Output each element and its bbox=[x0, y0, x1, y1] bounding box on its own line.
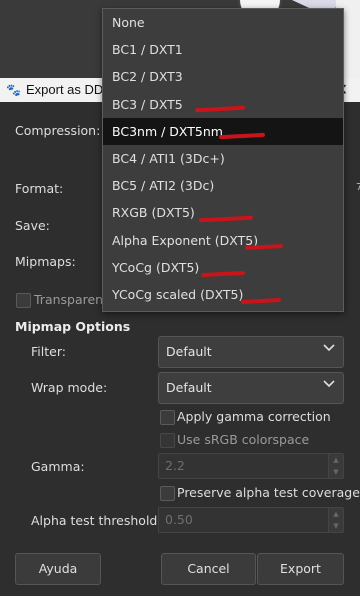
chevron-down-icon bbox=[323, 342, 335, 354]
alpha-threshold-label: Alpha test threshold: bbox=[31, 513, 162, 528]
apply-gamma-label: Apply gamma correction bbox=[177, 409, 331, 424]
menu-item-ycocg[interactable]: YCoCg (DXT5) bbox=[103, 254, 343, 281]
red-underline-mark bbox=[240, 297, 282, 304]
cancel-button[interactable]: Cancel bbox=[161, 553, 256, 585]
menu-item-ycocg-scaled[interactable]: YCoCg scaled (DXT5) bbox=[103, 281, 343, 308]
filter-dropdown[interactable]: Default bbox=[158, 336, 344, 368]
filter-value: Default bbox=[166, 344, 212, 359]
background-text: 7 bbox=[356, 182, 360, 193]
spin-arrows[interactable]: ▲ ▼ bbox=[328, 508, 343, 532]
alpha-threshold-spinbox[interactable]: 0.50 ▲ ▼ bbox=[158, 507, 344, 533]
help-button[interactable]: Ayuda bbox=[15, 553, 101, 585]
menu-item-bc2[interactable]: BC2 / DXT3 bbox=[103, 63, 343, 90]
preserve-alpha-label: Preserve alpha test coverage bbox=[177, 485, 360, 500]
red-underline-mark bbox=[218, 132, 266, 139]
menu-item-bc1[interactable]: BC1 / DXT1 bbox=[103, 36, 343, 63]
menu-item-bc3nm[interactable]: BC3nm / DXT5nm bbox=[103, 117, 343, 145]
red-underline-mark bbox=[194, 105, 246, 112]
menu-item-rxgb[interactable]: RXGB (DXT5) bbox=[103, 199, 343, 226]
mipmaps-label: Mipmaps: bbox=[15, 254, 76, 269]
save-label: Save: bbox=[15, 218, 50, 233]
menu-item-bc5[interactable]: BC5 / ATI2 (3Dc) bbox=[103, 172, 343, 199]
menu-item-none[interactable]: None bbox=[103, 9, 343, 36]
menu-item-bc4[interactable]: BC4 / ATI1 (3Dc+) bbox=[103, 145, 343, 172]
mipmap-options-heading: Mipmap Options bbox=[15, 319, 131, 334]
wrap-mode-dropdown[interactable]: Default bbox=[158, 372, 344, 404]
red-underline-mark bbox=[198, 215, 254, 223]
compression-dropdown-menu[interactable]: None BC1 / DXT1 BC2 / DXT3 BC3 / DXT5 BC… bbox=[102, 8, 344, 312]
dialog-title: Export as DDS bbox=[26, 82, 112, 97]
filter-label: Filter: bbox=[31, 344, 66, 359]
wrap-mode-value: Default bbox=[166, 380, 212, 395]
gamma-value: 2.2 bbox=[165, 458, 185, 473]
transparent-label: Transparent bbox=[34, 292, 109, 307]
spin-arrows[interactable]: ▲ ▼ bbox=[328, 454, 343, 478]
transparent-checkbox[interactable] bbox=[16, 293, 31, 308]
export-button[interactable]: Export bbox=[257, 553, 344, 585]
preserve-alpha-checkbox[interactable] bbox=[160, 486, 175, 501]
gimp-logo-icon: 🐾 bbox=[6, 83, 21, 97]
gamma-label: Gamma: bbox=[31, 459, 85, 474]
format-label: Format: bbox=[15, 181, 64, 196]
use-srgb-checkbox[interactable] bbox=[160, 433, 175, 448]
menu-item-alpha-exponent[interactable]: Alpha Exponent (DXT5) bbox=[103, 227, 343, 254]
wrap-mode-label: Wrap mode: bbox=[31, 380, 108, 395]
red-underline-mark bbox=[200, 270, 246, 277]
gamma-spinbox[interactable]: 2.2 ▲ ▼ bbox=[158, 453, 344, 479]
compression-label: Compression: bbox=[15, 123, 101, 138]
chevron-down-icon bbox=[323, 378, 335, 390]
menu-item-bc3[interactable]: BC3 / DXT5 bbox=[103, 91, 343, 118]
alpha-threshold-value: 0.50 bbox=[165, 512, 193, 527]
apply-gamma-checkbox[interactable] bbox=[160, 410, 175, 425]
use-srgb-label: Use sRGB colorspace bbox=[177, 432, 310, 447]
